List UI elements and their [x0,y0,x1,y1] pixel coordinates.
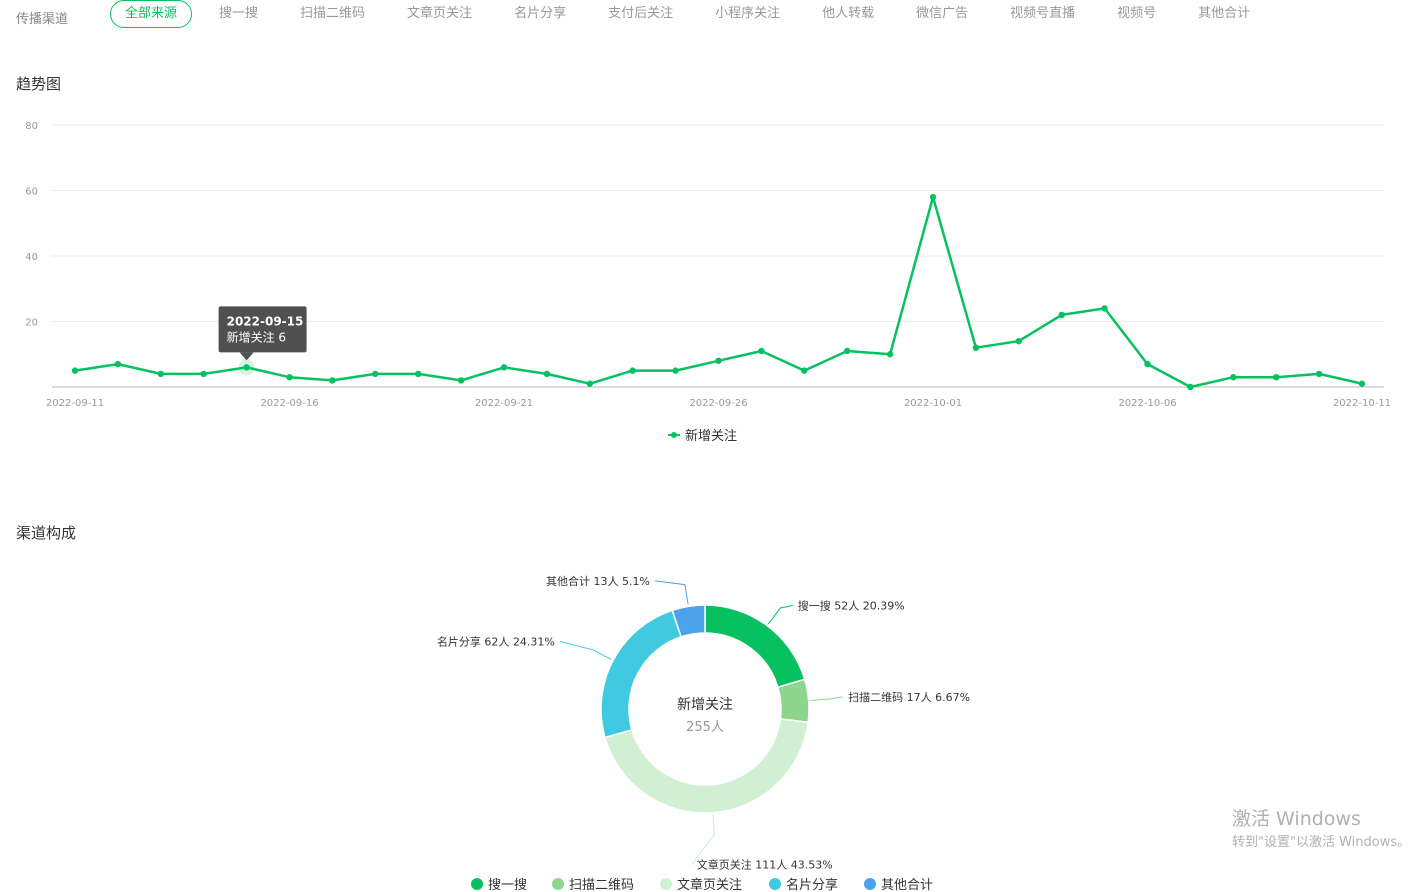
legend-swatch [471,878,483,890]
slice-label-leader [559,640,612,660]
donut-slice[interactable] [776,678,810,724]
donut-center-value: 255人 [686,720,724,735]
donut-legend-item[interactable]: 扫描二维码 [552,878,634,892]
legend-label: 文章页关注 [677,877,742,892]
donut-legend-item[interactable]: 搜一搜 [471,878,527,892]
slice-label: 其他合计 13人 5.1% [546,574,650,588]
donut-slice[interactable] [600,609,683,739]
slice-label-leader [691,814,715,865]
legend-label: 其他合计 [881,878,933,892]
windows-activation-title: 激活 Windows [1232,808,1361,830]
legend-label: 名片分享 [786,877,838,892]
slice-label: 扫描二维码 17人 6.67% [848,690,970,704]
slice-label-leader [767,604,793,625]
legend-swatch [552,878,564,890]
legend-label: 搜一搜 [488,878,527,892]
legend-swatch [864,878,876,890]
slice-label: 名片分享 62人 24.31% [437,634,555,648]
donut-legend-item[interactable]: 文章页关注 [660,877,742,892]
donut-center-title: 新增关注 [677,697,733,713]
slice-label-leader [654,580,689,605]
windows-activation-subtitle: 转到"设置"以激活 Windows。 [1232,835,1411,850]
legend-label: 扫描二维码 [569,878,634,892]
legend-swatch [769,878,781,890]
donut-legend-item[interactable]: 名片分享 [769,877,838,892]
donut-slice[interactable] [704,604,806,689]
slice-label: 搜一搜 52人 20.39% [798,598,905,612]
channel-donut-chart: 搜一搜 52人 20.39% 扫描二维码 17人 6.67% 文章页关注 111人 … [437,574,970,892]
legend-swatch [660,878,672,890]
slice-label: 文章页关注 111人 43.53% [697,858,833,872]
donut-legend-item[interactable]: 其他合计 [864,878,933,892]
slice-label-leader [810,696,844,702]
